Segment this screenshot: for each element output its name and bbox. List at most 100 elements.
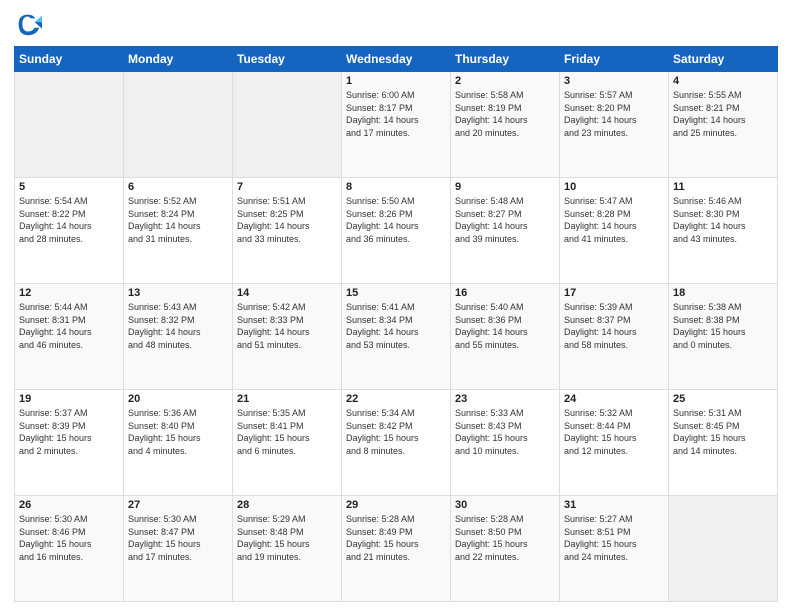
day-number: 8 [346, 181, 446, 193]
day-info: Sunrise: 5:29 AM Sunset: 8:48 PM Dayligh… [237, 513, 337, 563]
day-info: Sunrise: 5:50 AM Sunset: 8:26 PM Dayligh… [346, 195, 446, 245]
weekday-header-tuesday: Tuesday [233, 47, 342, 72]
calendar-cell: 29Sunrise: 5:28 AM Sunset: 8:49 PM Dayli… [342, 496, 451, 602]
day-number: 12 [19, 287, 119, 299]
weekday-header-sunday: Sunday [15, 47, 124, 72]
day-number: 28 [237, 499, 337, 511]
day-info: Sunrise: 5:46 AM Sunset: 8:30 PM Dayligh… [673, 195, 773, 245]
day-number: 31 [564, 499, 664, 511]
day-info: Sunrise: 5:33 AM Sunset: 8:43 PM Dayligh… [455, 407, 555, 457]
day-info: Sunrise: 5:44 AM Sunset: 8:31 PM Dayligh… [19, 301, 119, 351]
calendar-cell: 16 Sunrise: 5:40 AM Sunset: 8:36 PM Dayli… [451, 284, 560, 390]
weekday-header-monday: Monday [124, 47, 233, 72]
calendar-cell: 31 Sunrise: 5:27 AM Sunset: 8:51 PM Dayli… [560, 496, 669, 602]
week-row-5: 26 Sunrise: 5:30 AM Sunset: 8:46 PM Dayli… [15, 496, 778, 602]
calendar-cell: 22Sunrise: 5:34 AM Sunset: 8:42 PM Dayli… [342, 390, 451, 496]
calendar-cell: 2 Sunrise: 5:58 AM Sunset: 8:19 PM Daylig… [451, 72, 560, 178]
calendar-cell: 9Sunrise: 5:48 AM Sunset: 8:27 PM Daylig… [451, 178, 560, 284]
weekday-header-saturday: Saturday [669, 47, 778, 72]
calendar-cell [669, 496, 778, 602]
day-info: Sunrise: 5:28 AM Sunset: 8:49 PM Dayligh… [346, 513, 446, 563]
day-info: Sunrise: 5:47 AM Sunset: 8:28 PM Dayligh… [564, 195, 664, 245]
day-number: 11 [673, 181, 773, 193]
day-info: Sunrise: 5:54 AM Sunset: 8:22 PM Dayligh… [19, 195, 119, 245]
day-number: 3 [564, 75, 664, 87]
weekday-header-friday: Friday [560, 47, 669, 72]
calendar-cell: 25Sunrise: 5:31 AM Sunset: 8:45 PM Dayli… [669, 390, 778, 496]
calendar-cell: 21 Sunrise: 5:35 AM Sunset: 8:41 PM Dayli… [233, 390, 342, 496]
day-number: 15 [346, 287, 446, 299]
day-number: 16 [455, 287, 555, 299]
day-info: Sunrise: 5:30 AM Sunset: 8:46 PM Dayligh… [19, 513, 119, 563]
day-number: 27 [128, 499, 228, 511]
day-info: Sunrise: 5:43 AM Sunset: 8:32 PM Dayligh… [128, 301, 228, 351]
day-number: 14 [237, 287, 337, 299]
day-number: 23 [455, 393, 555, 405]
calendar-cell: 15 Sunrise: 5:41 AM Sunset: 8:34 PM Dayli… [342, 284, 451, 390]
calendar-cell: 18 Sunrise: 5:38 AM Sunset: 8:38 PM Dayli… [669, 284, 778, 390]
weekday-header-thursday: Thursday [451, 47, 560, 72]
header [14, 10, 778, 38]
day-info: Sunrise: 6:00 AM Sunset: 8:17 PM Dayligh… [346, 89, 446, 139]
day-number: 1 [346, 75, 446, 87]
calendar-header: SundayMondayTuesdayWednesdayThursdayFrid… [15, 47, 778, 72]
day-info: Sunrise: 5:28 AM Sunset: 8:50 PM Dayligh… [455, 513, 555, 563]
day-info: Sunrise: 5:58 AM Sunset: 8:19 PM Dayligh… [455, 89, 555, 139]
calendar-cell: 14Sunrise: 5:42 AM Sunset: 8:33 PM Dayli… [233, 284, 342, 390]
day-info: Sunrise: 5:35 AM Sunset: 8:41 PM Dayligh… [237, 407, 337, 457]
calendar-table: SundayMondayTuesdayWednesdayThursdayFrid… [14, 46, 778, 602]
day-number: 6 [128, 181, 228, 193]
calendar-cell: 3 Sunrise: 5:57 AM Sunset: 8:20 PM Daylig… [560, 72, 669, 178]
day-number: 2 [455, 75, 555, 87]
calendar-cell: 11 Sunrise: 5:46 AM Sunset: 8:30 PM Dayli… [669, 178, 778, 284]
day-number: 13 [128, 287, 228, 299]
day-info: Sunrise: 5:41 AM Sunset: 8:34 PM Dayligh… [346, 301, 446, 351]
weekday-header-wednesday: Wednesday [342, 47, 451, 72]
day-number: 24 [564, 393, 664, 405]
calendar: SundayMondayTuesdayWednesdayThursdayFrid… [14, 46, 778, 602]
day-info: Sunrise: 5:40 AM Sunset: 8:36 PM Dayligh… [455, 301, 555, 351]
calendar-cell: 24Sunrise: 5:32 AM Sunset: 8:44 PM Dayli… [560, 390, 669, 496]
calendar-cell: 17Sunrise: 5:39 AM Sunset: 8:37 PM Dayli… [560, 284, 669, 390]
day-info: Sunrise: 5:37 AM Sunset: 8:39 PM Dayligh… [19, 407, 119, 457]
calendar-cell: 26 Sunrise: 5:30 AM Sunset: 8:46 PM Dayli… [15, 496, 124, 602]
day-info: Sunrise: 5:57 AM Sunset: 8:20 PM Dayligh… [564, 89, 664, 139]
calendar-cell: 4 Sunrise: 5:55 AM Sunset: 8:21 PM Daylig… [669, 72, 778, 178]
week-row-3: 12 Sunrise: 5:44 AM Sunset: 8:31 PM Dayli… [15, 284, 778, 390]
calendar-body: 1 Sunrise: 6:00 AM Sunset: 8:17 PM Daylig… [15, 72, 778, 602]
calendar-cell: 7 Sunrise: 5:51 AM Sunset: 8:25 PM Daylig… [233, 178, 342, 284]
week-row-2: 5 Sunrise: 5:54 AM Sunset: 8:22 PM Daylig… [15, 178, 778, 284]
calendar-cell: 23 Sunrise: 5:33 AM Sunset: 8:43 PM Dayli… [451, 390, 560, 496]
calendar-cell [124, 72, 233, 178]
day-number: 20 [128, 393, 228, 405]
day-info: Sunrise: 5:36 AM Sunset: 8:40 PM Dayligh… [128, 407, 228, 457]
day-number: 25 [673, 393, 773, 405]
calendar-cell: 13 Sunrise: 5:43 AM Sunset: 8:32 PM Dayli… [124, 284, 233, 390]
day-number: 4 [673, 75, 773, 87]
day-info: Sunrise: 5:51 AM Sunset: 8:25 PM Dayligh… [237, 195, 337, 245]
day-number: 7 [237, 181, 337, 193]
day-info: Sunrise: 5:52 AM Sunset: 8:24 PM Dayligh… [128, 195, 228, 245]
calendar-cell: 1 Sunrise: 6:00 AM Sunset: 8:17 PM Daylig… [342, 72, 451, 178]
weekday-row: SundayMondayTuesdayWednesdayThursdayFrid… [15, 47, 778, 72]
day-number: 30 [455, 499, 555, 511]
calendar-cell: 19Sunrise: 5:37 AM Sunset: 8:39 PM Dayli… [15, 390, 124, 496]
day-number: 5 [19, 181, 119, 193]
calendar-cell: 10 Sunrise: 5:47 AM Sunset: 8:28 PM Dayli… [560, 178, 669, 284]
day-number: 9 [455, 181, 555, 193]
day-info: Sunrise: 5:30 AM Sunset: 8:47 PM Dayligh… [128, 513, 228, 563]
calendar-cell: 6 Sunrise: 5:52 AM Sunset: 8:24 PM Daylig… [124, 178, 233, 284]
day-info: Sunrise: 5:55 AM Sunset: 8:21 PM Dayligh… [673, 89, 773, 139]
day-number: 26 [19, 499, 119, 511]
day-number: 17 [564, 287, 664, 299]
calendar-cell: 30 Sunrise: 5:28 AM Sunset: 8:50 PM Dayli… [451, 496, 560, 602]
day-info: Sunrise: 5:27 AM Sunset: 8:51 PM Dayligh… [564, 513, 664, 563]
day-info: Sunrise: 5:38 AM Sunset: 8:38 PM Dayligh… [673, 301, 773, 351]
calendar-cell: 12 Sunrise: 5:44 AM Sunset: 8:31 PM Dayli… [15, 284, 124, 390]
calendar-cell [233, 72, 342, 178]
day-number: 18 [673, 287, 773, 299]
calendar-cell: 5 Sunrise: 5:54 AM Sunset: 8:22 PM Daylig… [15, 178, 124, 284]
calendar-cell: 8 Sunrise: 5:50 AM Sunset: 8:26 PM Daylig… [342, 178, 451, 284]
day-number: 10 [564, 181, 664, 193]
day-number: 21 [237, 393, 337, 405]
